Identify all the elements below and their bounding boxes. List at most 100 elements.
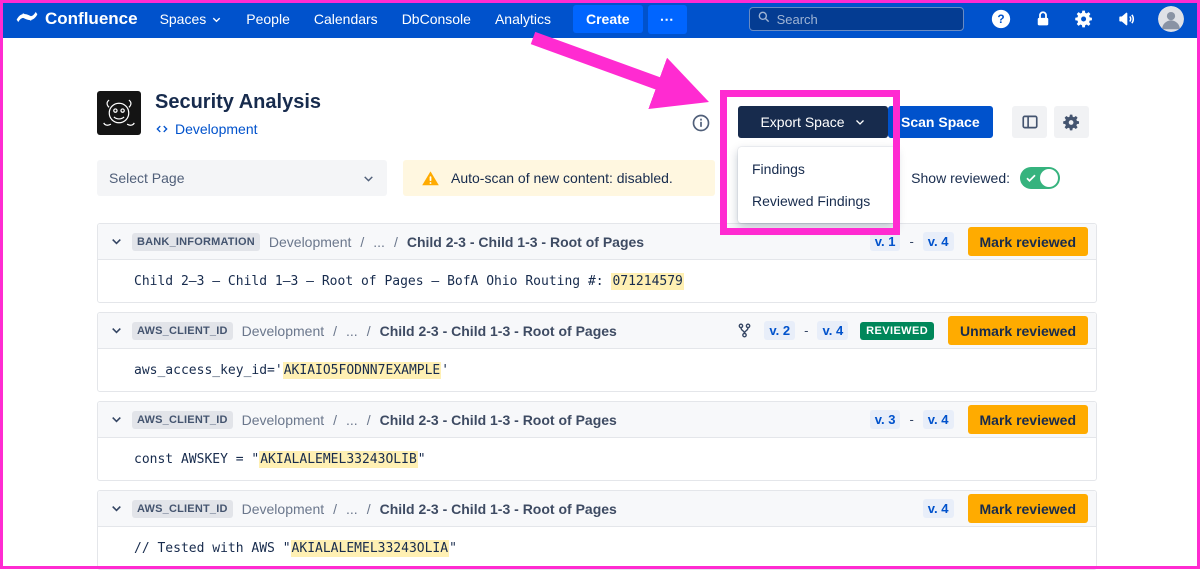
export-menu: Findings Reviewed Findings: [738, 147, 896, 223]
reviewed-badge: REVIEWED: [860, 322, 934, 340]
breadcrumb-separator: /: [394, 234, 398, 250]
space-settings-button[interactable]: [1054, 106, 1089, 138]
version-to-link[interactable]: v. 4: [923, 232, 954, 251]
megaphone-icon[interactable]: [1116, 9, 1136, 29]
breadcrumb-page[interactable]: Child 2-3 - Child 1-3 - Root of Pages: [380, 323, 617, 339]
breadcrumb-page[interactable]: Child 2-3 - Child 1-3 - Root of Pages: [380, 412, 617, 428]
more-actions-button[interactable]: ⋯: [648, 5, 687, 34]
breadcrumb-separator: /: [333, 501, 337, 517]
version-separator: -: [804, 323, 808, 338]
layout-board-button[interactable]: [1012, 106, 1047, 138]
finding-snippet: // Tested with AWS "AKIALALEMEL33243OLIA…: [98, 527, 1096, 569]
global-search[interactable]: [749, 7, 964, 31]
search-icon: [757, 10, 771, 29]
snippet-secret: 071214579: [611, 273, 683, 290]
collapse-chevron-icon[interactable]: [110, 413, 123, 426]
autoscan-warning-banner: Auto-scan of new content: disabled.: [403, 160, 715, 196]
check-icon: [1025, 172, 1037, 184]
finding-type-badge: AWS_CLIENT_ID: [132, 500, 233, 518]
select-page-dropdown[interactable]: Select Page: [97, 160, 387, 196]
snippet-text: ': [441, 363, 449, 378]
breadcrumb-ellipsis[interactable]: ...: [373, 234, 385, 250]
nav-item-spaces[interactable]: Spaces: [148, 11, 235, 27]
confluence-brand[interactable]: Confluence: [16, 6, 138, 33]
finding-snippet: const AWSKEY = "AKIALALEMEL33243OLIB": [98, 438, 1096, 480]
breadcrumb-separator: /: [367, 323, 371, 339]
finding-snippet: aws_access_key_id='AKIAIO5FODNN7EXAMPLE': [98, 349, 1096, 391]
finding-card: AWS_CLIENT_ID Development / ... / Child …: [97, 490, 1097, 570]
breadcrumb-page[interactable]: Child 2-3 - Child 1-3 - Root of Pages: [380, 501, 617, 517]
scan-space-button[interactable]: Scan Space: [888, 106, 993, 138]
top-navigation: Confluence Spaces People Calendars DbCon…: [0, 0, 1200, 38]
select-page-placeholder: Select Page: [109, 170, 185, 186]
search-input[interactable]: [777, 12, 956, 27]
breadcrumb-space[interactable]: Development: [242, 412, 325, 428]
breadcrumb-space[interactable]: Development: [242, 501, 325, 517]
snippet-text: ": [418, 452, 426, 467]
export-menu-item-findings[interactable]: Findings: [738, 153, 896, 185]
finding-type-badge: AWS_CLIENT_ID: [132, 411, 233, 429]
nav-item-people[interactable]: People: [234, 11, 302, 27]
version-from-link[interactable]: v. 1: [870, 232, 901, 251]
breadcrumb-separator: /: [333, 412, 337, 428]
collapse-chevron-icon[interactable]: [110, 235, 123, 248]
breadcrumb-separator: /: [360, 234, 364, 250]
help-icon[interactable]: ?: [990, 8, 1012, 30]
collapse-chevron-icon[interactable]: [110, 324, 123, 337]
space-titles: Security Analysis Development: [155, 91, 321, 137]
show-reviewed-toggle[interactable]: [1020, 167, 1060, 189]
version-separator: -: [909, 412, 913, 427]
breadcrumb-ellipsis[interactable]: ...: [346, 323, 358, 339]
chevron-down-icon: [362, 172, 375, 185]
avatar[interactable]: [1158, 6, 1184, 32]
finding-type-badge: BANK_INFORMATION: [132, 233, 260, 251]
space-avatar[interactable]: [97, 91, 141, 135]
create-button[interactable]: Create: [573, 5, 643, 33]
breadcrumb-page[interactable]: Child 2-3 - Child 1-3 - Root of Pages: [407, 234, 644, 250]
snippet-text: // Tested with AWS ": [134, 541, 291, 556]
show-reviewed-control: Show reviewed:: [911, 167, 1060, 189]
nav-item-analytics[interactable]: Analytics: [483, 11, 563, 27]
breadcrumb-ellipsis[interactable]: ...: [346, 501, 358, 517]
mark-reviewed-button[interactable]: Mark reviewed: [968, 494, 1089, 523]
version-to-link[interactable]: v. 4: [923, 499, 954, 518]
breadcrumb-ellipsis[interactable]: ...: [346, 412, 358, 428]
snippet-text: Child 2–3 – Child 1–3 – Root of Pages – …: [134, 274, 611, 289]
version-to-link[interactable]: v. 4: [923, 410, 954, 429]
finding-card: AWS_CLIENT_ID Development / ... / Child …: [97, 312, 1097, 392]
layout-icon: [1021, 113, 1039, 131]
version-from-link[interactable]: v. 3: [870, 410, 901, 429]
mark-reviewed-button[interactable]: Mark reviewed: [968, 405, 1089, 434]
breadcrumb-separator: /: [367, 501, 371, 517]
primary-nav: Spaces People Calendars DbConsole Analyt…: [148, 11, 563, 27]
versions-branch-icon[interactable]: [736, 322, 753, 339]
version-to-link[interactable]: v. 4: [817, 321, 848, 340]
finding-type-badge: AWS_CLIENT_ID: [132, 322, 233, 340]
snippet-secret: AKIALALEMEL33243OLIA: [291, 540, 450, 557]
mark-reviewed-button[interactable]: Mark reviewed: [968, 227, 1089, 256]
settings-gear-icon[interactable]: [1074, 9, 1094, 29]
finding-card: BANK_INFORMATION Development / ... / Chi…: [97, 223, 1097, 303]
chevron-down-icon: [211, 14, 222, 25]
info-icon[interactable]: [691, 113, 711, 133]
collapse-chevron-icon[interactable]: [110, 502, 123, 515]
warning-text: Auto-scan of new content: disabled.: [451, 170, 673, 186]
space-header: Security Analysis Development: [97, 91, 321, 137]
export-space-button[interactable]: Export Space: [738, 106, 888, 138]
breadcrumb-space[interactable]: Development: [242, 323, 325, 339]
snippet-secret: AKIALALEMEL33243OLIB: [259, 451, 418, 468]
breadcrumb-space[interactable]: Development: [269, 234, 352, 250]
finding-card: AWS_CLIENT_ID Development / ... / Child …: [97, 401, 1097, 481]
page-title: Security Analysis: [155, 91, 321, 114]
nav-item-calendars[interactable]: Calendars: [302, 11, 390, 27]
export-menu-item-reviewed-findings[interactable]: Reviewed Findings: [738, 185, 896, 217]
space-name-link[interactable]: Development: [175, 121, 258, 137]
code-icon: [155, 122, 169, 136]
lock-icon[interactable]: [1034, 9, 1052, 29]
finding-header: AWS_CLIENT_ID Development / ... / Child …: [98, 491, 1096, 527]
breadcrumb-separator: /: [333, 323, 337, 339]
show-reviewed-label: Show reviewed:: [911, 170, 1010, 186]
version-from-link[interactable]: v. 2: [764, 321, 795, 340]
nav-item-dbconsole[interactable]: DbConsole: [390, 11, 483, 27]
unmark-reviewed-button[interactable]: Unmark reviewed: [948, 316, 1088, 345]
